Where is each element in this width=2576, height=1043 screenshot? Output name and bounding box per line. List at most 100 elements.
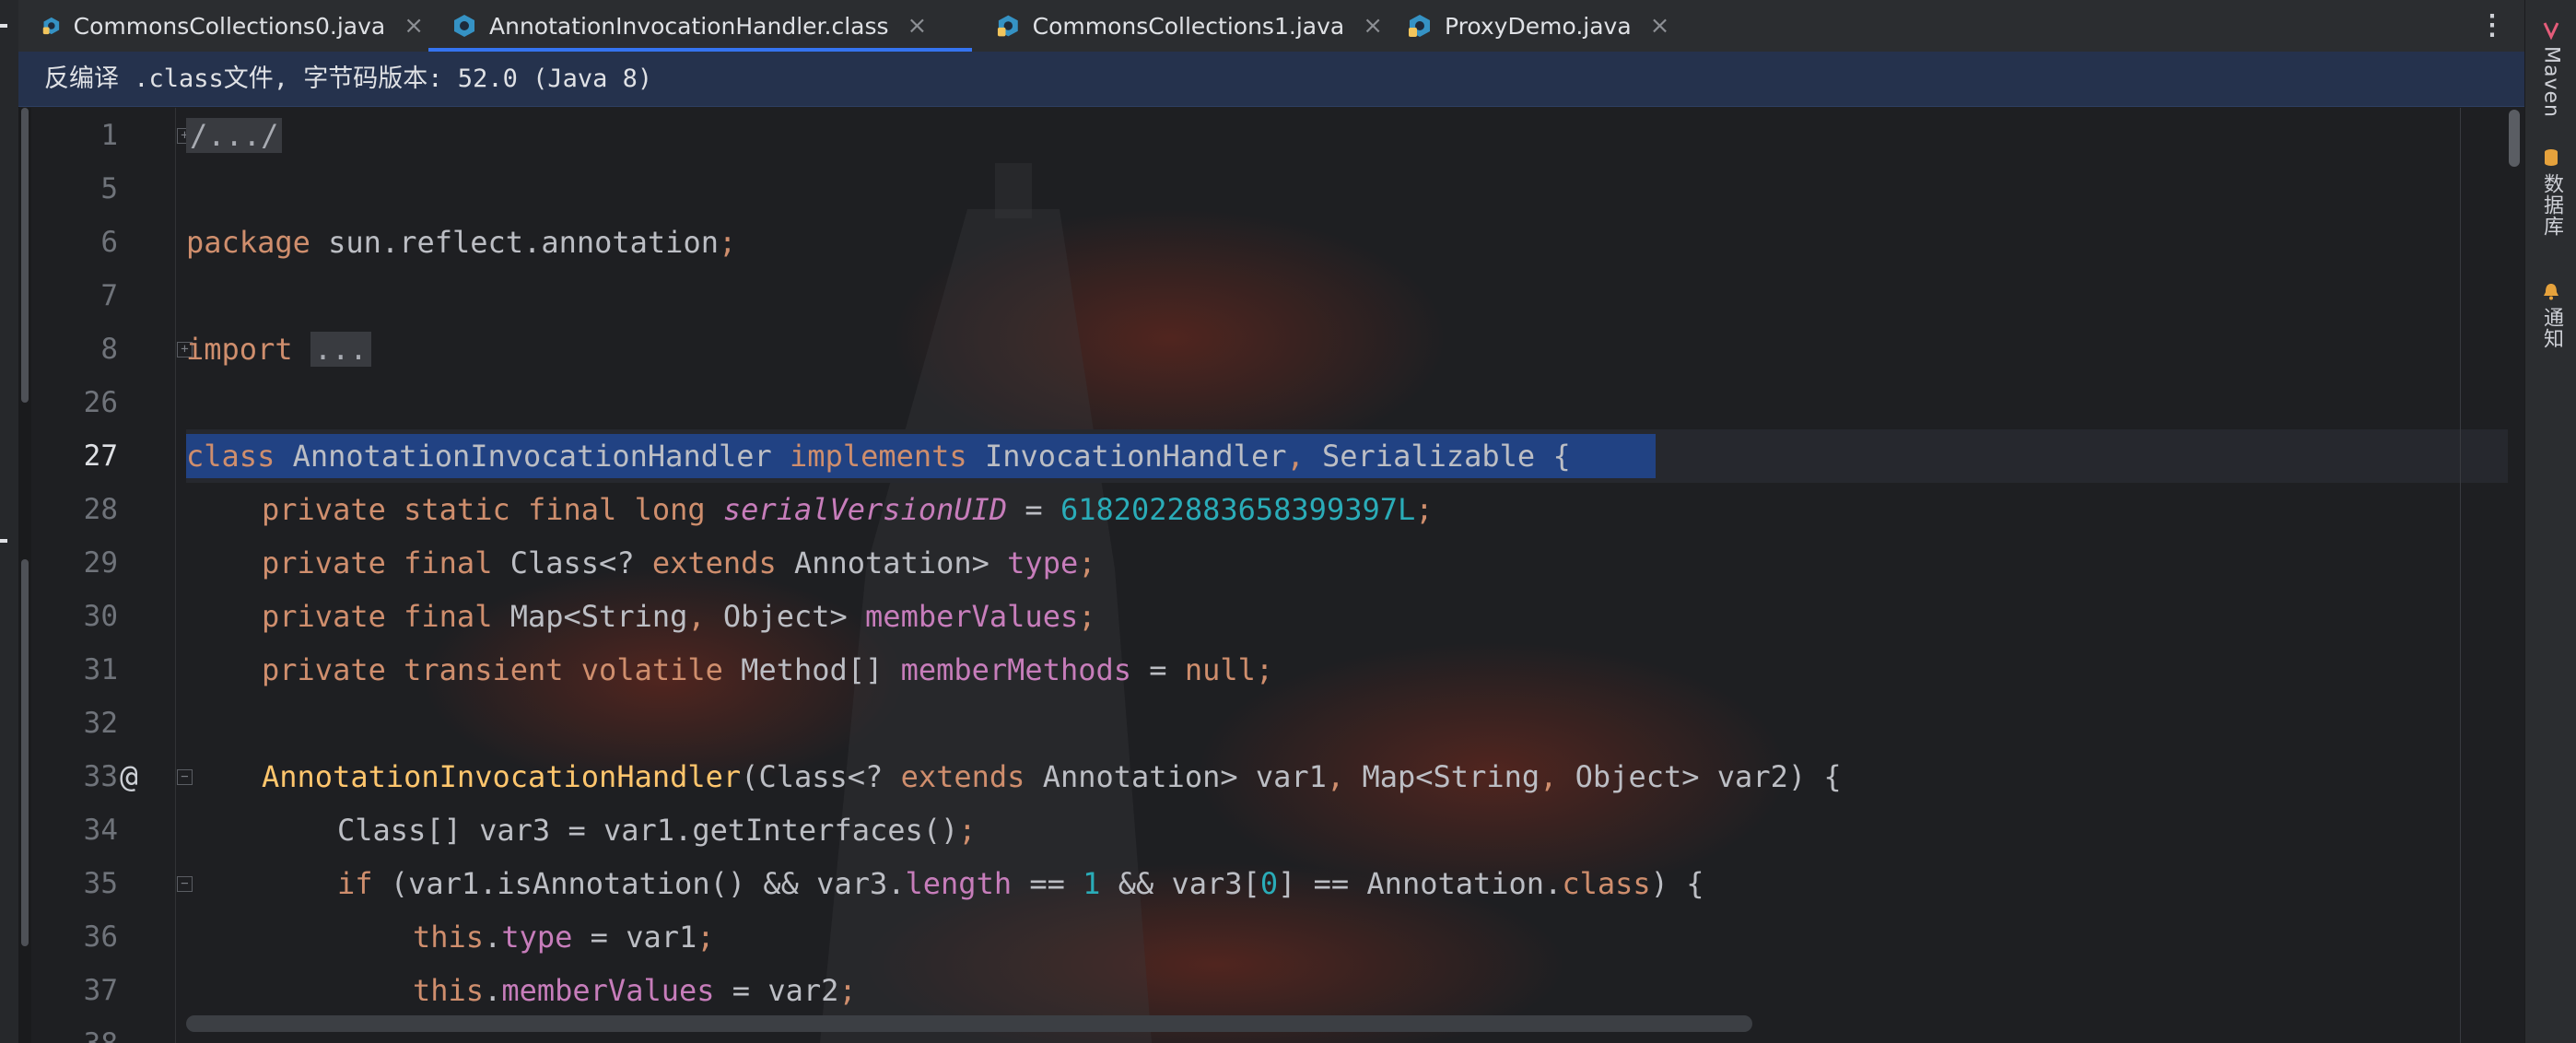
line-number: 1 [100, 119, 118, 152]
line-number: 35 [83, 867, 118, 900]
code-line-34: Class[] var3 = var1.getInterfaces(); [337, 803, 977, 857]
constructor-name: AnnotationInvocationHandler [262, 759, 742, 794]
field: memberValues [501, 973, 715, 1008]
keyword: extends [900, 759, 1025, 794]
field: type [1007, 545, 1079, 580]
line-number: 38 [44, 1017, 118, 1043]
close-icon[interactable]: × [907, 12, 928, 40]
number-literal: 1 [1083, 866, 1101, 901]
tab-annotationinvocationhandler[interactable]: AnnotationInvocationHandler.class × [428, 0, 972, 52]
more-tabs-icon[interactable]: ⋮ [2478, 9, 2506, 41]
interface-name: Serializable { [1304, 439, 1571, 474]
editor-tab-bar: CommonsCollections0.java × AnnotationInv… [18, 0, 2524, 53]
modifiers: private static final long [262, 492, 723, 527]
maven-tool-button[interactable]: Maven [2533, 20, 2570, 118]
type: Object> [705, 599, 866, 634]
static-field: serialVersionUID [722, 492, 1008, 527]
keyword: if [337, 866, 373, 901]
line-number: 28 [83, 493, 118, 526]
semicolon: ; [1415, 492, 1434, 527]
code-line-6: package sun.reflect.annotation; [186, 216, 736, 269]
ide-window: CommonsCollections0.java × AnnotationInv… [0, 0, 2576, 1043]
type: Method[] [741, 652, 901, 687]
keyword: import [186, 332, 293, 367]
right-tool-strip: Maven 数据库 通知 [2524, 0, 2576, 1043]
vertical-scrollbar[interactable] [2506, 108, 2524, 1043]
field: memberMethods [900, 652, 1132, 687]
tab-label: CommonsCollections0.java [73, 12, 386, 40]
semicolon: ; [1078, 599, 1096, 634]
code-line-37: this.memberValues = var2; [413, 964, 857, 1017]
notifications-tool-button[interactable]: 通知 [2533, 281, 2570, 349]
comma: , [687, 599, 706, 634]
code-line-28: private static final long serialVersionU… [262, 483, 1434, 536]
type: Annotation> [776, 545, 1008, 580]
scroll-thumb[interactable] [21, 559, 29, 946]
keyword: class [1562, 866, 1651, 901]
code-line-35: if (var1.isAnnotation() && var3.length =… [337, 857, 1704, 910]
code-editor[interactable]: 1 5 6 7 8 26 27 28 29 30 31 32 33 34 35 … [18, 108, 2524, 1043]
maven-icon [2543, 22, 2559, 41]
code-text: . [484, 973, 502, 1008]
java-class-icon [997, 15, 1018, 37]
gutter-divider [175, 108, 176, 1043]
keyword: implements [790, 439, 967, 474]
code-line-1: /.../ [186, 109, 283, 162]
field: length [905, 866, 1013, 901]
type: Class<? [509, 545, 652, 580]
code-text: . [484, 920, 502, 955]
tab-commonscollections1[interactable]: CommonsCollections1.java × [973, 0, 1383, 52]
tab-label: AnnotationInvocationHandler.class [489, 12, 889, 40]
tab-commonscollections0[interactable]: CommonsCollections0.java × [18, 0, 424, 52]
line-number: 31 [83, 653, 118, 686]
override-marker-icon[interactable]: @ [120, 750, 138, 803]
close-icon[interactable]: × [404, 12, 424, 40]
line-number: 29 [83, 546, 118, 580]
code-text: = var2 [714, 973, 839, 1008]
code-text: Map<String [1344, 759, 1540, 794]
modifiers: private final [262, 545, 510, 580]
horizontal-scrollbar[interactable] [186, 1015, 1752, 1032]
code-area[interactable]: /.../ package sun.reflect.annotation; im… [186, 108, 2508, 1043]
code-line-31: private transient volatile Method[] memb… [262, 643, 1273, 697]
left-strip-marker [0, 539, 7, 543]
comma: , [1286, 439, 1305, 474]
code-line-27: class AnnotationInvocationHandler implem… [186, 429, 1571, 483]
semicolon: ; [697, 920, 715, 955]
interface-name: InvocationHandler [966, 439, 1287, 474]
modifiers: private transient volatile [262, 652, 742, 687]
close-icon[interactable]: × [1363, 12, 1383, 40]
tab-label: CommonsCollections1.java [1032, 12, 1345, 40]
close-icon[interactable]: × [1650, 12, 1670, 40]
semicolon: ; [718, 225, 737, 260]
semicolon: ; [958, 813, 977, 848]
line-number: 8 [100, 333, 118, 366]
tab-proxydemo[interactable]: ProxyDemo.java × [1384, 0, 1679, 52]
java-class-icon [42, 17, 60, 35]
left-scrollbar[interactable] [18, 108, 31, 1043]
semicolon: ; [838, 973, 857, 1008]
line-number: 5 [100, 172, 118, 205]
line-number-current: 27 [83, 439, 118, 473]
line-number: 26 [83, 386, 118, 419]
number-literal: 6182022883658399397L [1060, 492, 1416, 527]
left-strip-marker [0, 24, 7, 28]
operator: == [1012, 866, 1083, 901]
comma: , [1326, 759, 1345, 794]
database-tool-button[interactable]: 数据库 [2533, 147, 2570, 237]
folded-imports[interactable]: ... [310, 332, 371, 367]
left-tool-strip [0, 0, 19, 1043]
comma: , [1540, 759, 1558, 794]
keyword: null [1184, 652, 1256, 687]
line-number-gutter: 1 5 6 7 8 26 27 28 29 30 31 32 33 34 35 … [31, 108, 193, 1043]
keyword: this [413, 973, 485, 1008]
scroll-thumb[interactable] [21, 108, 29, 403]
semicolon: ; [1255, 652, 1274, 687]
code-line-8: import ... [186, 322, 371, 376]
scroll-thumb[interactable] [2509, 110, 2520, 167]
java-class-icon [1409, 15, 1430, 37]
code-text: Annotation> var1 [1025, 759, 1327, 794]
maven-label: Maven [2539, 46, 2563, 118]
line-number: 36 [83, 920, 118, 954]
folded-comment[interactable]: /.../ [186, 118, 283, 153]
